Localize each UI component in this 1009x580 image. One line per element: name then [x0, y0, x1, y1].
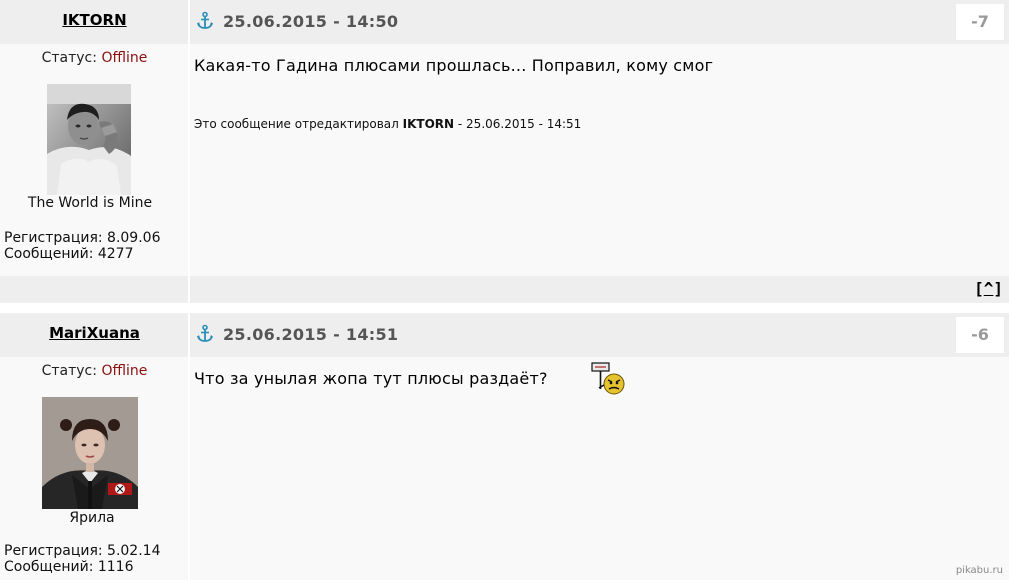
author-info-panel: Статус: Offline The World is Mine Регист…	[0, 44, 189, 276]
forum-post: IKTORN 25.06.2015 - 14:50 -7 Статус: Off…	[0, 0, 1009, 303]
post-rating[interactable]: -7	[956, 4, 1004, 40]
registration-date: Регистрация: 8.09.06	[4, 230, 161, 246]
username-link[interactable]: MariXuana	[0, 324, 189, 342]
post-header: 25.06.2015 - 14:50 -7	[190, 0, 1009, 44]
post-footer: [^]	[190, 276, 1009, 303]
post-body: Какая-то Гадина плюсами прошлась... Попр…	[190, 44, 1009, 276]
avatar-photo	[47, 84, 131, 195]
edit-note: Это сообщение отредактировал IKTORN - 25…	[194, 117, 581, 131]
user-status: Статус: Offline	[0, 50, 189, 66]
anchor-icon[interactable]	[196, 324, 214, 344]
username-link[interactable]: IKTORN	[0, 11, 189, 29]
avatar-photo	[42, 397, 138, 509]
post-text-content: Что за унылая жопа тут плюсы раздаёт?	[194, 369, 548, 388]
message-count: Сообщений: 1116	[4, 559, 134, 575]
post-author-header: IKTORN	[0, 0, 189, 44]
status-value: Offline	[101, 363, 148, 379]
registration-date: Регистрация: 5.02.14	[4, 543, 161, 559]
author-info-panel: Статус: Offline Ярила Регистрация: 5.02.…	[0, 357, 189, 580]
message-count: Сообщений: 4277	[4, 246, 134, 262]
back-to-top-link[interactable]: [^]	[974, 279, 1003, 298]
post-body: Что за унылая жопа тут плюсы раздаёт?	[190, 357, 1009, 580]
status-value: Offline	[101, 50, 148, 66]
anchor-icon[interactable]	[196, 11, 214, 31]
post-date: 25.06.2015 - 14:50	[223, 12, 399, 31]
back-to-top-caret[interactable]: ^	[984, 279, 994, 298]
post-header: 25.06.2015 - 14:51 -6	[190, 313, 1009, 357]
post-text: Какая-то Гадина плюсами прошлась... Попр…	[194, 56, 714, 75]
edit-prefix: Это сообщение отредактировал	[194, 117, 399, 131]
forum-post: MariXuana 25.06.2015 - 14:51 -6 Статус: …	[0, 313, 1009, 580]
edit-user-link[interactable]: IKTORN	[403, 117, 454, 131]
watermark: pikabu.ru	[955, 565, 1003, 576]
post-author-header: MariXuana	[0, 313, 189, 357]
registration-info: Регистрация: 8.09.06 Сообщений: 4277	[4, 230, 160, 262]
edit-date: - 25.06.2015 - 14:51	[457, 117, 582, 131]
status-label: Статус:	[41, 50, 97, 66]
evil-smiley-sign-icon	[591, 362, 625, 395]
post-date: 25.06.2015 - 14:51	[223, 325, 399, 344]
user-status: Статус: Offline	[0, 363, 189, 379]
registration-info: Регистрация: 5.02.14 Сообщений: 1116	[4, 543, 160, 575]
post-rating[interactable]: -6	[956, 317, 1004, 353]
user-title: The World is Mine	[27, 195, 153, 211]
avatar[interactable]	[47, 84, 131, 195]
avatar[interactable]	[42, 397, 138, 509]
user-title: Ярила	[69, 510, 115, 526]
post-footer-left	[0, 276, 189, 303]
post-text: Что за унылая жопа тут плюсы раздаёт?	[194, 369, 548, 388]
status-label: Статус:	[41, 363, 97, 379]
